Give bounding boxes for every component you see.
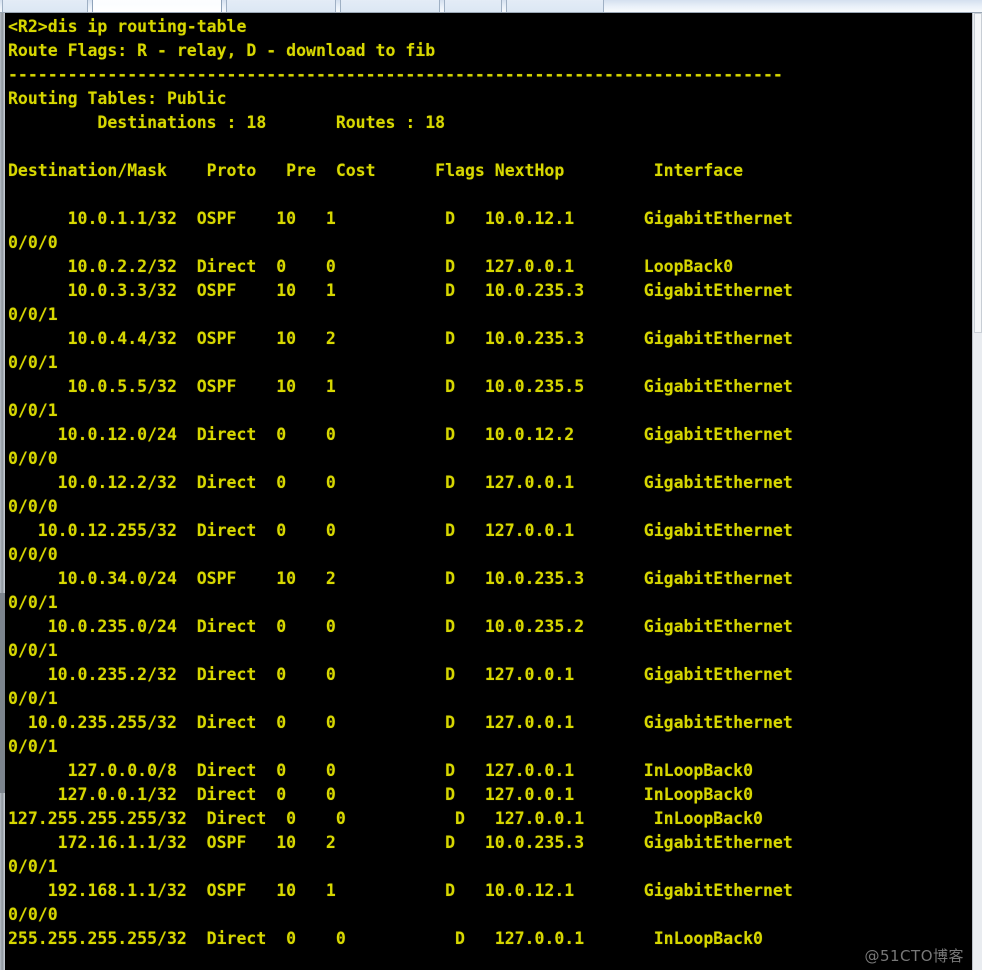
terminal-line: Routing Tables: Public bbox=[8, 89, 227, 108]
terminal-line: 10.0.2.2/32 Direct 0 0 D 127.0.0.1 LoopB… bbox=[8, 257, 734, 276]
terminal-line: ----------------------------------------… bbox=[8, 65, 783, 84]
terminal-line: 0/0/1 bbox=[8, 401, 58, 420]
terminal-line: 0/0/1 bbox=[8, 857, 58, 876]
terminal-line: 10.0.12.0/24 Direct 0 0 D 10.0.12.2 Giga… bbox=[8, 425, 793, 444]
terminal-line: 0/0/1 bbox=[8, 641, 58, 660]
window-tab-0[interactable] bbox=[2, 0, 88, 12]
terminal-line: 10.0.235.2/32 Direct 0 0 D 127.0.0.1 Gig… bbox=[8, 665, 793, 684]
terminal-line: 0/0/1 bbox=[8, 593, 58, 612]
terminal-line: 10.0.235.0/24 Direct 0 0 D 10.0.235.2 Gi… bbox=[8, 617, 793, 636]
terminal-line: 192.168.1.1/32 OSPF 10 1 D 10.0.12.1 Gig… bbox=[8, 881, 793, 900]
terminal-line: 0/0/1 bbox=[8, 305, 58, 324]
terminal-line: 10.0.1.1/32 OSPF 10 1 D 10.0.12.1 Gigabi… bbox=[8, 209, 793, 228]
terminal-line: 127.0.0.0/8 Direct 0 0 D 127.0.0.1 InLoo… bbox=[8, 761, 754, 780]
terminal-line: 0/0/0 bbox=[8, 233, 58, 252]
window-tab-1[interactable] bbox=[92, 0, 222, 12]
watermark-label: @51CTO博客 bbox=[864, 947, 964, 965]
terminal-line: Destination/Mask Proto Pre Cost Flags Ne… bbox=[8, 161, 744, 180]
terminal-line: 127.0.0.1/32 Direct 0 0 D 127.0.0.1 InLo… bbox=[8, 785, 754, 804]
window-tab-4[interactable] bbox=[444, 0, 502, 12]
terminal-line: 0/0/0 bbox=[8, 905, 58, 924]
terminal-line: 10.0.3.3/32 OSPF 10 1 D 10.0.235.3 Gigab… bbox=[8, 281, 793, 300]
terminal-line: 127.255.255.255/32 Direct 0 0 D 127.0.0.… bbox=[8, 809, 763, 828]
terminal-line: 0/0/1 bbox=[8, 689, 58, 708]
terminal-line: 0/0/0 bbox=[8, 449, 58, 468]
terminal-line: 0/0/0 bbox=[8, 545, 58, 564]
terminal-line: 10.0.5.5/32 OSPF 10 1 D 10.0.235.5 Gigab… bbox=[8, 377, 793, 396]
terminal-line: <R2>dis ip routing-table bbox=[8, 17, 247, 36]
window-tab-3[interactable] bbox=[340, 0, 440, 12]
terminal-output: <R2>dis ip routing-table Route Flags: R -… bbox=[5, 15, 972, 951]
terminal-line: 10.0.12.2/32 Direct 0 0 D 127.0.0.1 Giga… bbox=[8, 473, 793, 492]
right-vertical-scrollbar[interactable] bbox=[972, 13, 982, 970]
terminal-line: 0/0/1 bbox=[8, 353, 58, 372]
terminal-line: 10.0.4.4/32 OSPF 10 2 D 10.0.235.3 Gigab… bbox=[8, 329, 793, 348]
terminal-line: Destinations : 18 Routes : 18 bbox=[8, 113, 446, 132]
terminal-line: 10.0.235.255/32 Direct 0 0 D 127.0.0.1 G… bbox=[8, 713, 793, 732]
terminal-console[interactable]: <R2>dis ip routing-table Route Flags: R -… bbox=[5, 13, 972, 970]
app-window: <R2>dis ip routing-table Route Flags: R -… bbox=[0, 0, 982, 970]
terminal-line: 0/0/1 bbox=[8, 737, 58, 756]
terminal-line: 10.0.12.255/32 Direct 0 0 D 127.0.0.1 Gi… bbox=[8, 521, 793, 540]
terminal-line: 10.0.34.0/24 OSPF 10 2 D 10.0.235.3 Giga… bbox=[8, 569, 793, 588]
window-tab-2[interactable] bbox=[226, 0, 336, 12]
tab-bar bbox=[0, 0, 982, 13]
terminal-line: Route Flags: R - relay, D - download to … bbox=[8, 41, 436, 60]
terminal-line: 172.16.1.1/32 OSPF 10 2 D 10.0.235.3 Gig… bbox=[8, 833, 793, 852]
right-scrollbar-thumb[interactable] bbox=[974, 13, 982, 333]
window-tab-5[interactable] bbox=[506, 0, 604, 12]
terminal-line: 0/0/0 bbox=[8, 497, 58, 516]
terminal-panel: <R2>dis ip routing-table Route Flags: R -… bbox=[0, 13, 982, 970]
terminal-line: 255.255.255.255/32 Direct 0 0 D 127.0.0.… bbox=[8, 929, 763, 948]
